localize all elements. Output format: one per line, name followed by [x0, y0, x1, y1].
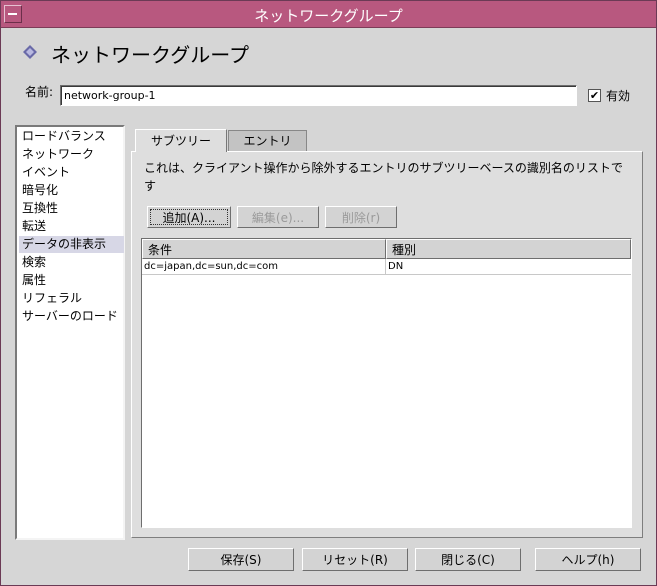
enabled-checkbox[interactable]: ✔ [588, 89, 601, 102]
save-button[interactable]: 保存(S) [188, 548, 294, 571]
sidebar-item-attributes[interactable]: 属性 [19, 272, 124, 289]
conditions-table[interactable]: 条件 種別 dc=japan,dc=sun,dc=com DN [141, 238, 632, 528]
column-header-type[interactable]: 種別 [386, 239, 631, 259]
name-label: 名前: [25, 85, 54, 99]
diamond-icon [23, 45, 37, 59]
reset-button[interactable]: リセット(R) [302, 548, 408, 571]
table-cell-condition[interactable]: dc=japan,dc=sun,dc=com [142, 259, 386, 275]
title-bar[interactable]: ネットワークグループ [1, 1, 656, 28]
sidebar-item-load-balance[interactable]: ロードバランス [19, 128, 124, 145]
column-header-condition[interactable]: 条件 [142, 239, 386, 259]
sidebar: ロードバランス ネットワーク イベント 暗号化 互換性 転送 データの非表示 検… [15, 125, 125, 540]
tab-subtree[interactable]: サブツリー [135, 129, 227, 152]
delete-button[interactable]: 削除(r) [325, 206, 397, 228]
sidebar-item-server-load[interactable]: サーバーのロード [19, 308, 124, 325]
enabled-label: 有効 [606, 89, 631, 103]
table-cell-type[interactable]: DN [386, 259, 631, 275]
edit-button[interactable]: 編集(e)... [237, 206, 319, 228]
sidebar-item-search[interactable]: 検索 [19, 254, 124, 271]
sidebar-item-data-hiding[interactable]: データの非表示 [19, 236, 124, 253]
sidebar-item-encryption[interactable]: 暗号化 [19, 182, 124, 199]
close-button[interactable]: 閉じる(C) [415, 548, 521, 571]
sidebar-item-forwarding[interactable]: 転送 [19, 218, 124, 235]
dialog-window: ネットワークグループ ネットワークグループ 名前: network-group-… [0, 0, 657, 586]
sidebar-item-network[interactable]: ネットワーク [19, 146, 124, 163]
name-input[interactable]: network-group-1 [60, 85, 577, 106]
help-button[interactable]: ヘルプ(h) [535, 548, 641, 571]
panel-description: これは、クライアント操作から除外するエントリのサブツリーベースの識別名のリストで… [144, 161, 623, 193]
tab-entry[interactable]: エントリ [228, 130, 307, 151]
sidebar-item-compatibility[interactable]: 互換性 [19, 200, 124, 217]
sidebar-item-referrals[interactable]: リフェラル [19, 290, 124, 307]
window-title: ネットワークグループ [254, 7, 403, 25]
sidebar-item-events[interactable]: イベント [19, 164, 124, 181]
add-button[interactable]: 追加(A)... [147, 206, 231, 228]
page-title: ネットワークグループ [51, 43, 249, 67]
